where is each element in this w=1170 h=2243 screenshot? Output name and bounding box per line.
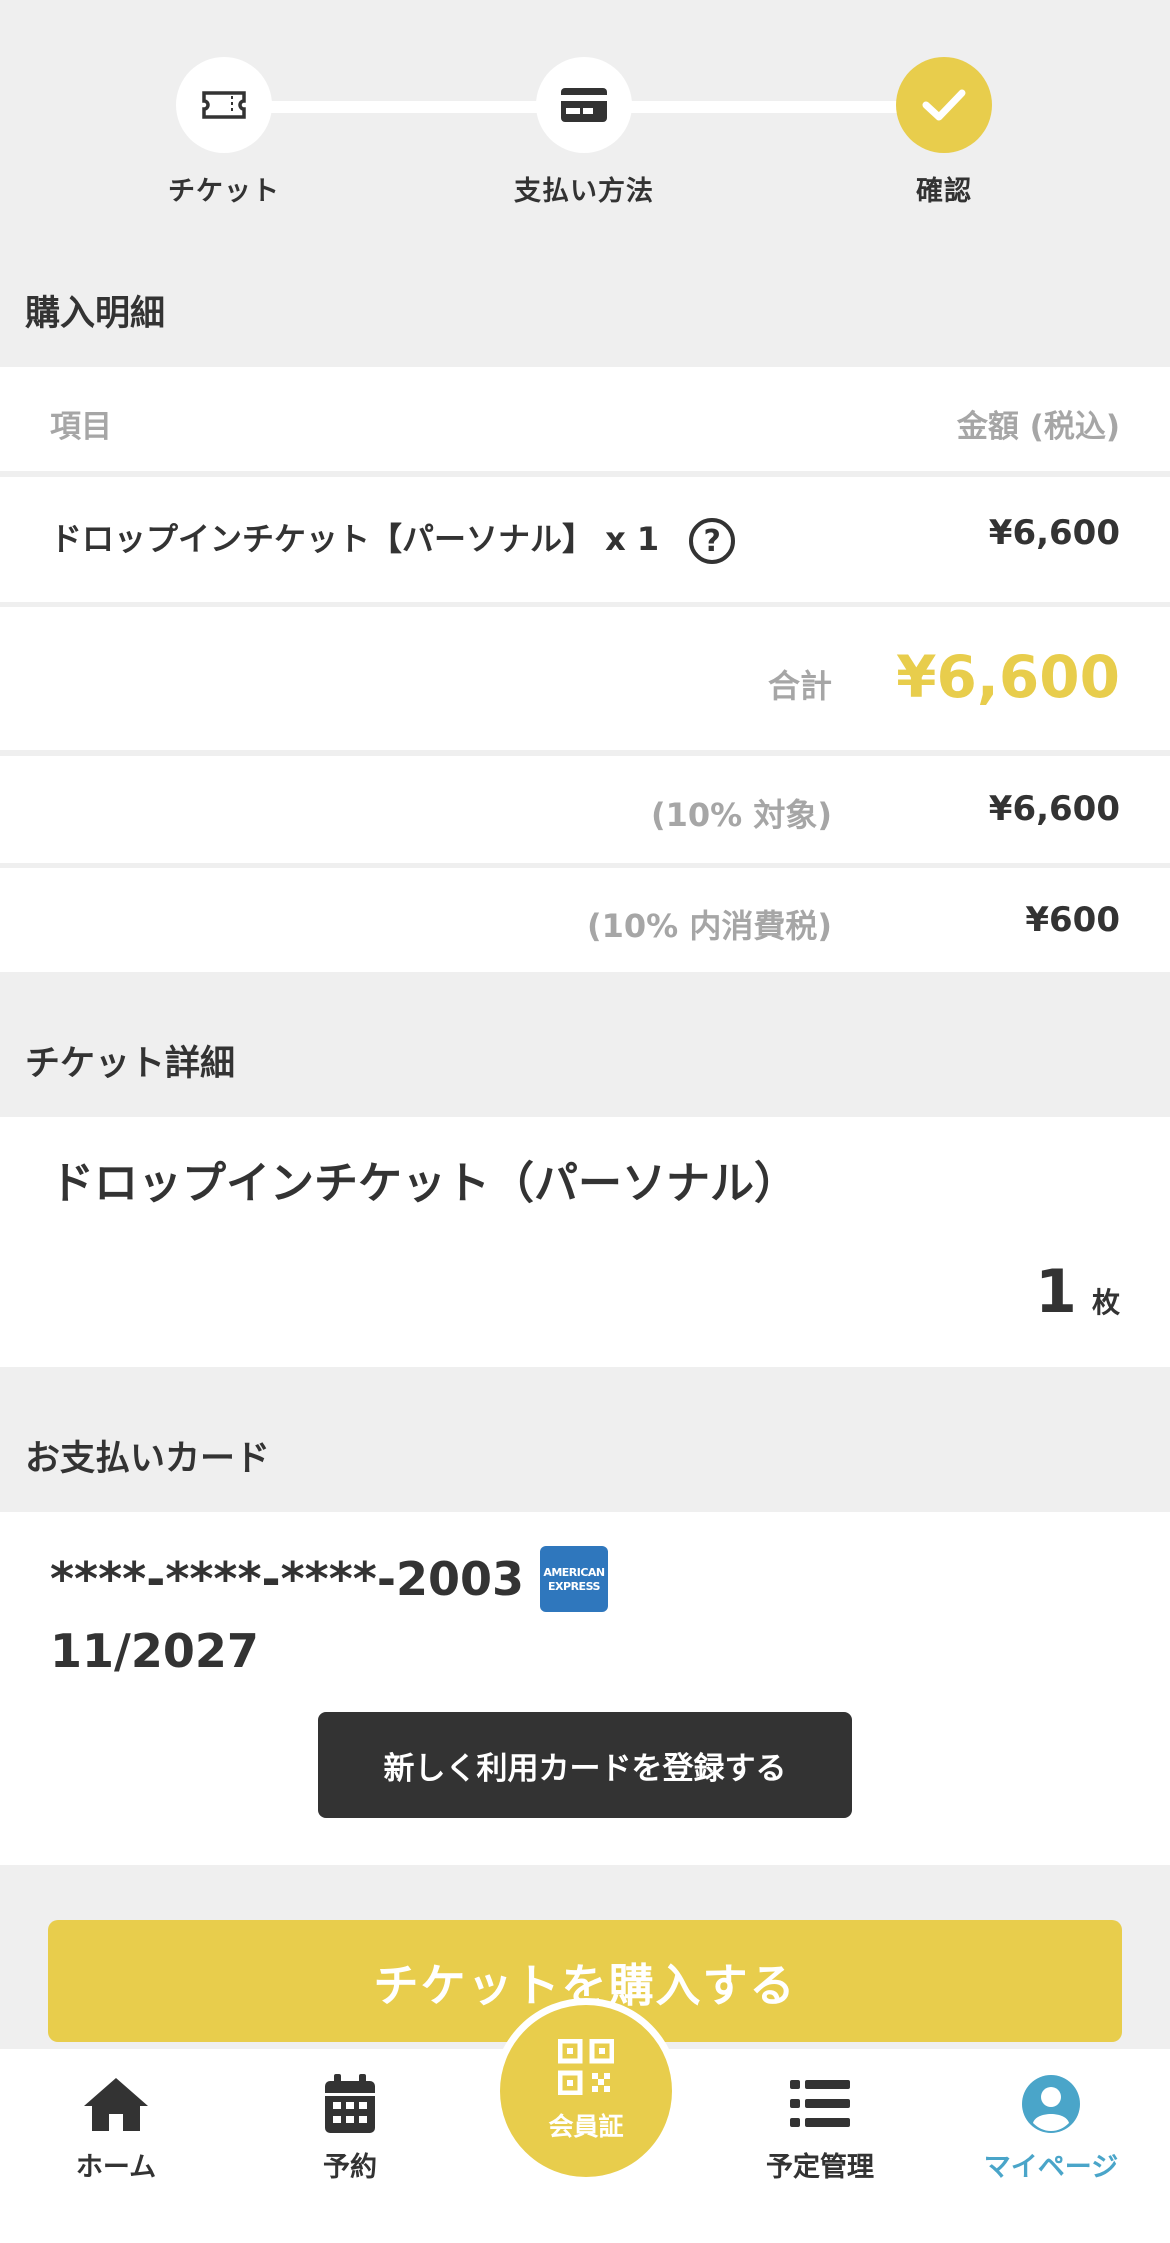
amex-logo-icon: AMERICAN EXPRESS	[539, 1546, 608, 1612]
progress-stepper: チケット 支払い方法 確認	[0, 0, 1170, 250]
tab-schedule-label: 予定管理	[766, 2152, 874, 2183]
ticket-details-title: チケット詳細	[25, 1044, 236, 1084]
member-card-label: 会員証	[548, 2112, 624, 2141]
header-amount: 金額 (税込)	[956, 409, 1120, 445]
home-icon	[16, 2069, 216, 2139]
register-card-button[interactable]: 新しく利用カードを登録する	[318, 1712, 852, 1818]
line-item-row: ドロップインチケット【パーソナル】 x 1? ¥6,600	[0, 477, 1170, 602]
tab-reserve-label: 予約	[323, 2152, 377, 2183]
purchase-details-title: 購入明細	[25, 294, 166, 334]
ticket-icon	[176, 57, 272, 153]
tab-mypage[interactable]: マイページ	[951, 2069, 1151, 2184]
line-item-amount: ¥6,600	[988, 513, 1120, 553]
check-icon	[896, 57, 992, 153]
tax-included-row: (10% 内消費税) ¥600	[0, 868, 1170, 972]
step-confirm: 確認	[794, 57, 1094, 208]
payment-card-title: お支払いカード	[25, 1439, 271, 1479]
qr-code-icon	[557, 2038, 615, 2099]
step-ticket: チケット	[74, 57, 374, 208]
credit-card-icon	[536, 57, 632, 153]
tab-schedule[interactable]: 予定管理	[720, 2069, 920, 2184]
ticket-count: 1	[1035, 1257, 1077, 1327]
tax-target-amount: ¥6,600	[988, 789, 1120, 829]
tab-mypage-label: マイページ	[983, 2152, 1119, 2183]
tab-home-label: ホーム	[75, 2152, 157, 2183]
tax-included-amount: ¥600	[1025, 900, 1120, 940]
ticket-details-card: ドロップインチケット（パーソナル） 1 枚	[0, 1117, 1170, 1367]
step-label-payment: 支払い方法	[514, 176, 654, 207]
card-number: ****-****-****-2003	[50, 1552, 524, 1606]
total-row: 合計 ¥6,600	[0, 607, 1170, 750]
total-amount: ¥6,600	[896, 643, 1120, 711]
tax-target-label: (10% 対象)	[651, 796, 832, 834]
step-payment: 支払い方法	[434, 57, 734, 208]
calendar-icon	[250, 2069, 450, 2139]
ticket-name: ドロップインチケット（パーソナル）	[50, 1158, 798, 1209]
line-item-name: ドロップインチケット【パーソナル】 x 1	[50, 520, 660, 558]
total-label: 合計	[767, 667, 832, 705]
purchase-table-header: 項目 金額 (税込)	[0, 367, 1170, 471]
user-icon	[951, 2069, 1151, 2139]
tab-reserve[interactable]: 予約	[250, 2069, 450, 2184]
help-icon[interactable]: ?	[689, 518, 736, 564]
tax-target-row: (10% 対象) ¥6,600	[0, 756, 1170, 863]
header-item: 項目	[50, 409, 112, 445]
ticket-unit: 枚	[1091, 1286, 1120, 1319]
member-card-button[interactable]: 会員証	[493, 1998, 679, 2184]
step-label-confirm: 確認	[916, 176, 972, 207]
step-label-ticket: チケット	[168, 176, 280, 207]
list-icon	[720, 2069, 920, 2139]
tab-home[interactable]: ホーム	[16, 2069, 216, 2184]
tax-included-label: (10% 内消費税)	[587, 907, 832, 945]
card-expiry: 11/2027	[50, 1624, 259, 1678]
